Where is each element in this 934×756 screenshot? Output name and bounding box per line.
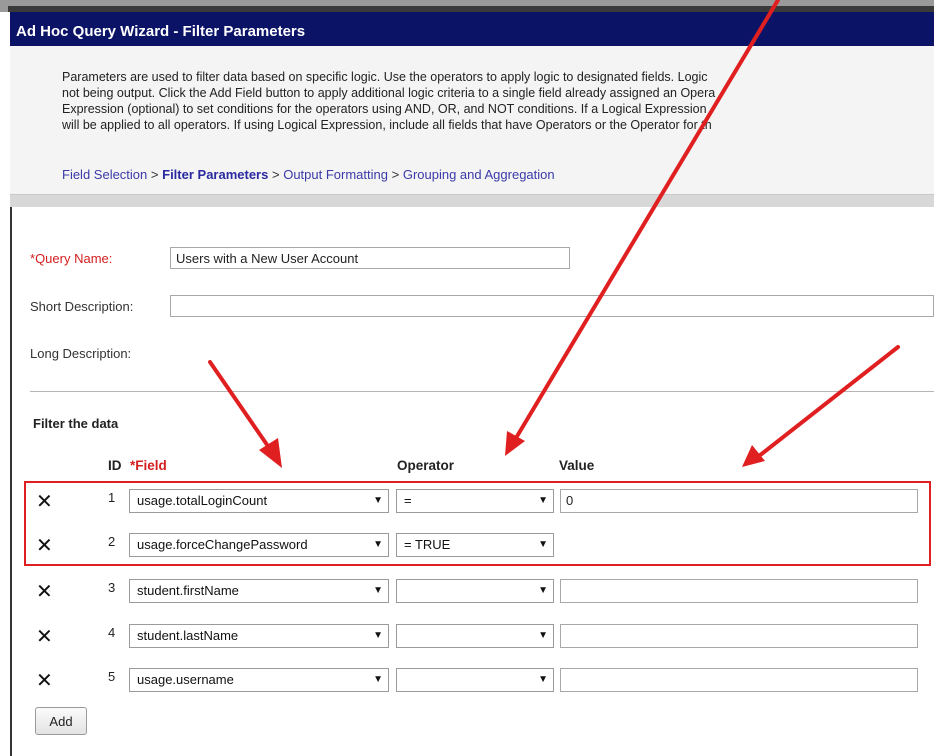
breadcrumb-separator: > [271, 167, 280, 182]
breadcrumb-field-selection[interactable]: Field Selection [62, 167, 147, 182]
row-id: 5 [108, 669, 116, 684]
row-id: 4 [108, 625, 116, 640]
field-select-value: student.firstName [137, 583, 239, 598]
divider [30, 391, 934, 392]
value-input[interactable] [560, 624, 918, 648]
filter-heading: Filter the data [33, 416, 119, 431]
query-name-label-text: Query Name: [35, 251, 113, 266]
operator-select[interactable]: ▼ [396, 579, 554, 603]
long-description-label: Long Description: [30, 346, 132, 361]
field-select[interactable]: student.lastName ▼ [129, 624, 389, 648]
filter-row: ✕ 5 usage.username ▼ ▼ [30, 668, 934, 698]
intro-text: Parameters are used to filter data based… [62, 69, 934, 133]
breadcrumb-separator: > [391, 167, 400, 182]
breadcrumb-separator: > [150, 167, 159, 182]
chevron-down-icon: ▼ [373, 674, 383, 685]
chevron-down-icon: ▼ [373, 630, 383, 641]
highlight-box [24, 481, 931, 566]
field-select[interactable]: usage.username ▼ [129, 668, 389, 692]
value-input[interactable] [560, 668, 918, 692]
column-header-field: *Field [130, 458, 167, 473]
chevron-down-icon: ▼ [538, 674, 548, 685]
column-header-field-text: Field [135, 458, 167, 473]
field-select-value: student.lastName [137, 628, 239, 643]
chevron-down-icon: ▼ [373, 585, 383, 596]
chevron-down-icon: ▼ [538, 585, 548, 596]
column-header-value: Value [559, 458, 595, 473]
filter-row: ✕ 4 student.lastName ▼ ▼ [30, 624, 934, 654]
query-name-input[interactable] [170, 247, 570, 269]
short-description-input[interactable] [170, 295, 934, 317]
operator-select[interactable]: ▼ [396, 668, 554, 692]
field-select-value: usage.username [137, 672, 234, 687]
delete-row-icon[interactable]: ✕ [36, 626, 53, 648]
delete-row-icon[interactable]: ✕ [36, 670, 53, 692]
breadcrumb-grouping-aggregation[interactable]: Grouping and Aggregation [403, 167, 555, 182]
filter-row: ✕ 3 student.firstName ▼ ▼ [30, 579, 934, 609]
row-id: 3 [108, 580, 116, 595]
intro-line: Parameters are used to filter data based… [62, 70, 708, 84]
breadcrumb: Field Selection > Filter Parameters > Ou… [62, 167, 555, 182]
intro-line: not being output. Click the Add Field bu… [62, 86, 716, 100]
section-divider [10, 194, 934, 207]
intro-line: will be applied to all operators. If usi… [62, 118, 712, 132]
breadcrumb-filter-parameters: Filter Parameters [162, 167, 269, 182]
query-name-label: *Query Name: [30, 251, 112, 266]
delete-row-icon[interactable]: ✕ [36, 581, 53, 603]
wizard-title-bar: Ad Hoc Query Wizard - Filter Parameters [10, 12, 934, 46]
column-header-id: ID [108, 458, 122, 473]
window-top-border [0, 0, 934, 12]
short-description-label: Short Description: [30, 299, 134, 314]
field-select[interactable]: student.firstName ▼ [129, 579, 389, 603]
breadcrumb-output-formatting[interactable]: Output Formatting [283, 167, 388, 182]
add-field-button[interactable]: Add [35, 707, 87, 735]
column-header-operator: Operator [397, 458, 455, 473]
intro-line: Expression (optional) to set conditions … [62, 102, 707, 116]
wizard-title: Ad Hoc Query Wizard - Filter Parameters [16, 23, 306, 40]
value-input[interactable] [560, 579, 918, 603]
chevron-down-icon: ▼ [538, 630, 548, 641]
operator-select[interactable]: ▼ [396, 624, 554, 648]
